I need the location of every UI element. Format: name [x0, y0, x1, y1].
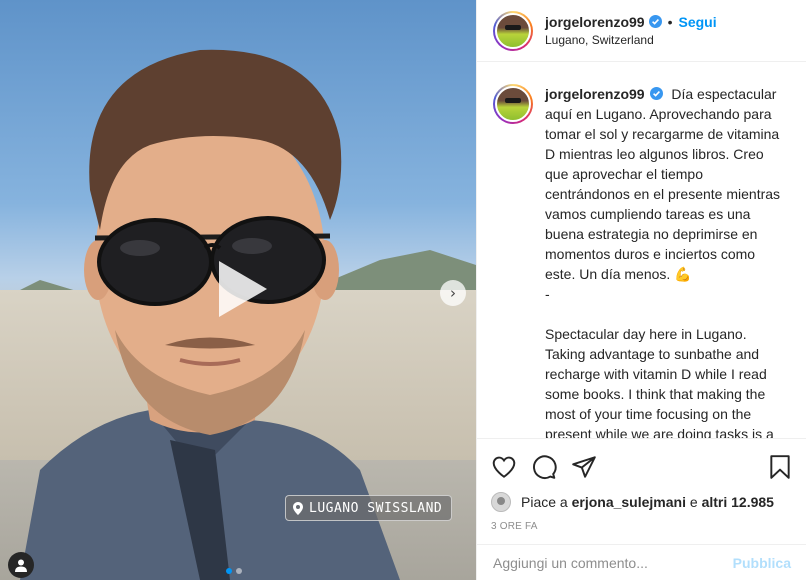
- username-link[interactable]: jorgelorenzo99: [545, 13, 645, 31]
- next-slide-button[interactable]: ›: [440, 280, 466, 306]
- post-header: jorgelorenzo99 • Segui Lugano, Switzerla…: [477, 0, 806, 62]
- avatar[interactable]: [493, 84, 533, 124]
- post-details-panel: jorgelorenzo99 • Segui Lugano, Switzerla…: [476, 0, 806, 580]
- heart-icon[interactable]: [491, 454, 517, 480]
- caption-username-link[interactable]: jorgelorenzo99: [545, 86, 645, 102]
- location-pin-icon: [293, 501, 303, 515]
- liker-username-link[interactable]: erjona_sulejmani: [572, 494, 686, 510]
- carousel-dot: [226, 568, 232, 574]
- post-timestamp[interactable]: 3 ORE FA: [491, 521, 793, 532]
- caption-text: jorgelorenzo99 Día espectacular aquí en …: [545, 84, 783, 438]
- play-icon[interactable]: [205, 255, 273, 323]
- location-sticker: LUGANO SWISSLAND: [285, 495, 453, 521]
- tagged-users-button[interactable]: [8, 552, 34, 578]
- likes-others-link[interactable]: altri 12.985: [702, 494, 774, 510]
- separator-dot: •: [667, 13, 673, 30]
- comment-icon[interactable]: [531, 454, 557, 480]
- share-icon[interactable]: [571, 454, 597, 480]
- location-sticker-text: LUGANO SWISSLAND: [309, 500, 443, 516]
- post-actions: Piace a erjona_sulejmani e altri 12.985 …: [477, 438, 806, 532]
- caption-english: Spectacular day here in Lugano. Taking a…: [545, 326, 774, 438]
- publish-button[interactable]: Pubblica: [733, 555, 791, 571]
- liker-avatar[interactable]: [491, 492, 511, 512]
- carousel-dot: [236, 568, 242, 574]
- comment-form: Pubblica: [477, 544, 806, 580]
- avatar[interactable]: [493, 10, 533, 51]
- bookmark-icon[interactable]: [767, 454, 793, 480]
- caption-dash: -: [545, 286, 550, 302]
- likes-connector: e: [689, 494, 698, 510]
- carousel-indicator: [226, 568, 242, 574]
- verified-badge-icon: [650, 87, 664, 100]
- verified-badge-icon: [648, 15, 662, 28]
- chevron-right-icon: ›: [450, 284, 456, 302]
- user-icon: [15, 559, 27, 572]
- likes-summary: Piace a erjona_sulejmani e altri 12.985: [491, 491, 793, 513]
- likes-prefix: Piace a: [521, 494, 568, 510]
- comment-input[interactable]: [493, 554, 733, 571]
- caption-spanish: Día espectacular aquí en Lugano. Aprovec…: [545, 86, 781, 282]
- caption-section: jorgelorenzo99 Día espectacular aquí en …: [477, 63, 806, 438]
- location-link[interactable]: Lugano, Switzerland: [545, 31, 717, 49]
- follow-button[interactable]: Segui: [679, 13, 717, 31]
- post-media[interactable]: › LUGANO SWISSLAND: [0, 0, 476, 580]
